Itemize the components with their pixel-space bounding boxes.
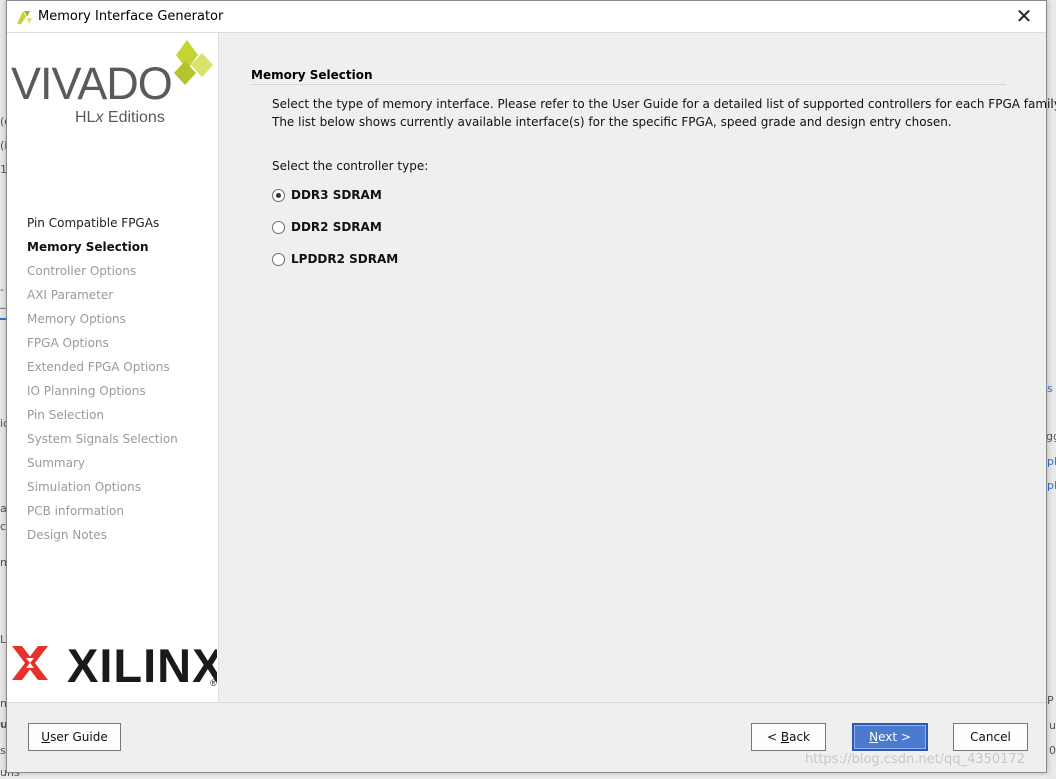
radio-ddr2-sdram[interactable]: DDR2 SDRAM — [272, 218, 382, 236]
footer-divider — [7, 702, 1046, 703]
step-summary: Summary — [27, 456, 85, 470]
controller-type-prompt: Select the controller type: — [272, 159, 429, 173]
next-button[interactable]: Next > — [852, 723, 928, 751]
step-io-planning-options: IO Planning Options — [27, 384, 146, 398]
radio-ddr3-sdram[interactable]: DDR3 SDRAM — [272, 186, 382, 204]
hlx-editions-label: HLx Editions — [75, 109, 165, 126]
memory-interface-generator-dialog: Memory Interface Generator ✕ VIVADO HLx … — [6, 0, 1056, 773]
background-text: 0 — [1049, 744, 1056, 757]
vivado-app-icon — [17, 11, 32, 24]
step-extended-fpga-options: Extended FPGA Options — [27, 360, 170, 374]
section-divider — [251, 84, 1006, 85]
description-line-1: Select the type of memory interface. Ple… — [272, 97, 1056, 111]
vivado-diamond-mark — [174, 40, 213, 85]
window-title: Memory Interface Generator — [38, 9, 224, 24]
radio-button[interactable] — [272, 252, 285, 266]
radio-button[interactable] — [272, 188, 285, 202]
vivado-logo: VIVADO HLx Editions — [11, 40, 213, 126]
step-memory-options: Memory Options — [27, 312, 126, 326]
step-pin-compatible-fpgas: Pin Compatible FPGAs — [27, 216, 160, 230]
xilinx-wordmark: XILINX — [67, 639, 217, 688]
background-text: pl — [1047, 479, 1056, 492]
step-design-notes: Design Notes — [27, 528, 107, 542]
step-system-signals-selection: System Signals Selection — [27, 432, 178, 446]
description-line-2: The list below shows currently available… — [272, 115, 952, 129]
registered-mark: ® — [210, 678, 217, 688]
xilinx-x-mark — [12, 646, 48, 680]
xilinx-logo: XILINX ® — [12, 639, 217, 688]
radio-label[interactable]: LPDDR2 SDRAM — [291, 252, 398, 266]
radio-button[interactable] — [272, 220, 285, 234]
watermark-url: https://blog.csdn.net/qq_4350172 — [805, 752, 1025, 767]
step-simulation-options: Simulation Options — [27, 480, 142, 494]
wizard-steps-list: Pin Compatible FPGAs Memory Selection Co… — [27, 211, 178, 547]
section-title: Memory Selection — [251, 68, 373, 82]
background-text: u — [1049, 719, 1056, 732]
background-text: pl — [1047, 455, 1056, 468]
step-axi-parameter: AXI Parameter — [27, 288, 114, 302]
radio-label[interactable]: DDR2 SDRAM — [291, 220, 382, 234]
step-controller-options: Controller Options — [27, 264, 137, 278]
step-pcb-information: PCB information — [27, 504, 124, 518]
background-text: ggl — [1046, 430, 1056, 443]
vivado-wordmark: VIVADO — [11, 58, 172, 109]
step-pin-selection: Pin Selection — [27, 408, 105, 422]
background-text: s — [1047, 382, 1053, 395]
title-bar[interactable]: Memory Interface Generator ✕ — [7, 1, 1046, 33]
radio-lpddr2-sdram[interactable]: LPDDR2 SDRAM — [272, 250, 398, 268]
close-icon: ✕ — [1015, 4, 1033, 28]
memory-selection-panel: Memory Selection Select the type of memo… — [219, 33, 1056, 702]
background-text: s — [0, 744, 6, 757]
background-text: P — [1047, 694, 1054, 707]
wizard-sidebar: VIVADO HLx Editions Pin Compatible FPGAs… — [7, 33, 218, 702]
radio-selected-dot — [276, 192, 281, 198]
user-guide-button[interactable]: User Guide — [28, 723, 121, 751]
background-text: - — [0, 283, 4, 296]
back-button[interactable]: < Back — [751, 723, 826, 751]
close-button[interactable]: ✕ — [1002, 1, 1046, 32]
radio-label[interactable]: DDR3 SDRAM — [291, 188, 382, 202]
step-fpga-options: FPGA Options — [27, 336, 109, 350]
cancel-button[interactable]: Cancel — [953, 723, 1028, 751]
step-memory-selection: Memory Selection — [27, 240, 149, 254]
